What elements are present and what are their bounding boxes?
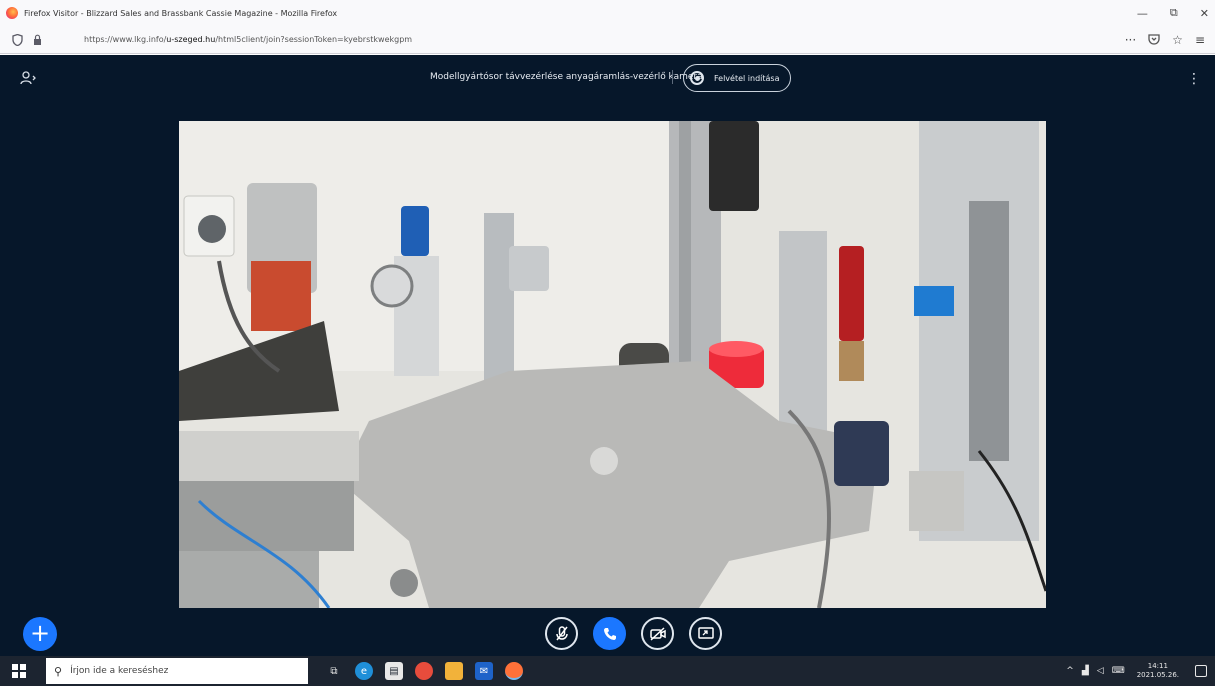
browser-toolbar: ··· ☆ ≡: [1125, 26, 1205, 54]
taskbar-search-box[interactable]: ⚲ Írjon ide a kereséshez: [46, 658, 308, 684]
record-icon: [690, 71, 704, 85]
mute-button[interactable]: [545, 617, 578, 650]
screen-share-icon: [697, 626, 714, 639]
window-controls: — ⧉ ✕: [1137, 0, 1209, 26]
firefox-logo-icon: [6, 7, 18, 19]
close-button[interactable]: ✕: [1200, 7, 1209, 20]
webcam-video-stream[interactable]: [179, 121, 1046, 608]
taskbar-apps: ⧉ e ▤ ✉: [325, 656, 523, 686]
users-icon[interactable]: [20, 71, 42, 89]
notifications-icon[interactable]: [1195, 665, 1207, 677]
maximize-button[interactable]: ⧉: [1170, 6, 1178, 20]
camera-off-icon: [649, 626, 666, 641]
camera-button[interactable]: [641, 617, 674, 650]
recording-label: Felvétel indítása: [714, 73, 780, 83]
store-icon[interactable]: ▤: [385, 662, 403, 680]
minimize-button[interactable]: —: [1137, 7, 1148, 20]
options-kebab-icon[interactable]: ⋮: [1187, 72, 1201, 86]
lock-icon[interactable]: [30, 33, 44, 47]
meeting-top-bar: Modellgyártósor távvezérlése anyagáramlá…: [0, 55, 1215, 105]
url-field[interactable]: https://www.lkg.info/u-szeged.hu/html5cl…: [84, 35, 412, 44]
actions-plus-button[interactable]: +: [23, 617, 57, 651]
volume-icon[interactable]: ◁: [1097, 666, 1104, 676]
system-tray: ^ ▟ ◁ ⌨ 14:11 2021.05.26.: [1066, 656, 1207, 686]
more-icon[interactable]: ···: [1125, 33, 1136, 47]
clock-time: 14:11: [1147, 662, 1168, 670]
task-view-icon[interactable]: ⧉: [325, 662, 343, 680]
taskbar-clock[interactable]: 14:11 2021.05.26.: [1137, 662, 1179, 680]
search-placeholder: Írjon ide a kereséshez: [70, 666, 169, 676]
microphone-off-icon: [555, 625, 568, 640]
title-separator: [672, 70, 673, 84]
meeting-title: Modellgyártósor távvezérlése anyagáramlá…: [430, 72, 703, 82]
windows-start-icon[interactable]: [12, 664, 26, 678]
network-icon[interactable]: ▟: [1082, 666, 1089, 676]
firefox-icon[interactable]: [505, 662, 523, 680]
menu-icon[interactable]: ≡: [1195, 33, 1205, 47]
meeting-app: Modellgyártósor távvezérlése anyagáramlá…: [0, 55, 1215, 656]
window-title: Firefox Visitor - Blizzard Sales and Bra…: [24, 8, 338, 18]
address-bar: https://www.lkg.info/u-szeged.hu/html5cl…: [0, 26, 1215, 54]
tracking-shield-icon[interactable]: [10, 33, 24, 47]
pocket-icon[interactable]: [1148, 33, 1160, 48]
windows-taskbar: ⚲ Írjon ide a kereséshez ⧉ e ▤ ✉ ^ ▟ ◁ ⌨…: [0, 656, 1215, 686]
video-frame: [179, 121, 1046, 608]
outlook-icon[interactable]: ✉: [475, 662, 493, 680]
clock-date: 2021.05.26.: [1136, 671, 1179, 679]
screen-share-button[interactable]: [689, 617, 722, 650]
phone-icon: [603, 627, 616, 640]
file-explorer-icon[interactable]: [445, 662, 463, 680]
leave-audio-button[interactable]: [593, 617, 626, 650]
edge-icon[interactable]: e: [355, 662, 373, 680]
bookmark-star-icon[interactable]: ☆: [1172, 33, 1183, 47]
start-recording-button[interactable]: Felvétel indítása: [683, 64, 791, 92]
media-controls: [545, 617, 722, 650]
chrome-icon[interactable]: [415, 662, 433, 680]
browser-title-bar: Firefox Visitor - Blizzard Sales and Bra…: [0, 0, 1215, 26]
search-icon: ⚲: [54, 664, 63, 678]
tray-overflow-icon[interactable]: ^: [1066, 666, 1074, 676]
language-icon[interactable]: ⌨: [1112, 666, 1125, 676]
